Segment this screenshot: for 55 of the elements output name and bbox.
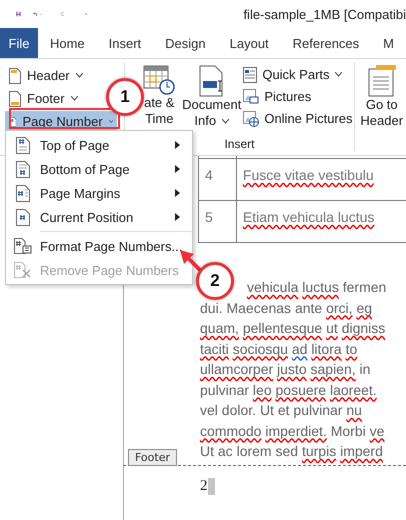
online-picture-icon [243,110,260,126]
table-cell: 4 [198,158,236,200]
page-number-icon [16,160,30,178]
ribbon-tab[interactable]: References [280,28,372,58]
menu-item[interactable]: Bottom of Page [6,157,192,181]
calendar-clock-icon [143,65,176,95]
page-number-icon [16,184,30,202]
body-text-line: dui. Maecenas ante orci, eg [200,300,374,318]
page-number-text: 2 [200,478,208,494]
remove-icon [14,262,32,278]
submenu-arrow-icon [175,141,180,149]
file-tab[interactable]: File [0,28,38,58]
body-text-line: pulvinar leo posuere laoreet. [200,382,378,400]
body-text-line: vel dolor. Ut et pulvinar nu [200,403,363,420]
body-text-line: ullamcorper justo sapien, in [200,362,372,379]
submenu-arrow-icon [175,213,180,221]
body-text-line: quam, pellentesque ut digniss [200,321,386,338]
ribbon-tab[interactable]: Layout [218,28,281,58]
body-text-line: Ut ac lorem sed turpis imperd [200,444,384,461]
ribbon-tab[interactable]: Home [38,28,97,58]
ribbon-button[interactable]: Go to Header [357,59,406,155]
group-label: Insert [224,137,254,151]
caret-icon [108,119,113,124]
ribbon-button[interactable]: Quick Parts [243,65,352,84]
format-icon [14,238,32,254]
table-cell: 5 [198,200,236,242]
ribbon-tab[interactable]: Design [153,28,218,58]
ribbon-tab[interactable]: M [371,28,406,58]
footer-tag: Footer [128,448,177,466]
body-text-line: commodo imperdiet. Morbi ve [200,424,386,441]
callout-number: 1 [106,78,144,116]
submenu-arrow-icon [175,165,180,173]
ribbon-button[interactable]: Header [5,65,87,86]
menu-item[interactable]: Current Position [6,205,192,229]
page-number-icon [16,136,30,154]
menu-item[interactable]: Page Margins [6,181,192,205]
caret-icon [222,118,230,124]
caret-icon [334,72,342,77]
quick-parts-icon [243,66,258,82]
callout-number: 2 [196,262,234,300]
page-number-icon [16,208,30,226]
window-title: file-sample_1MB [Compatibi [243,6,406,22]
picture-icon [243,88,260,104]
footer-icon [9,90,21,106]
body-text-line: taciti sociosqu ad litora to [200,342,358,359]
submenu-arrow-icon [175,189,180,197]
header-page-icon [368,65,396,97]
caret-icon [76,73,83,78]
caret-icon [70,96,78,101]
ribbon-button[interactable]: Footer [5,88,82,109]
ribbon-button[interactable]: Online Pictures [243,109,352,128]
ribbon-button[interactable]: Pictures [243,87,352,106]
document-icon [198,65,225,97]
header-icon [9,68,21,84]
ribbon-tab[interactable]: Insert [96,28,154,58]
